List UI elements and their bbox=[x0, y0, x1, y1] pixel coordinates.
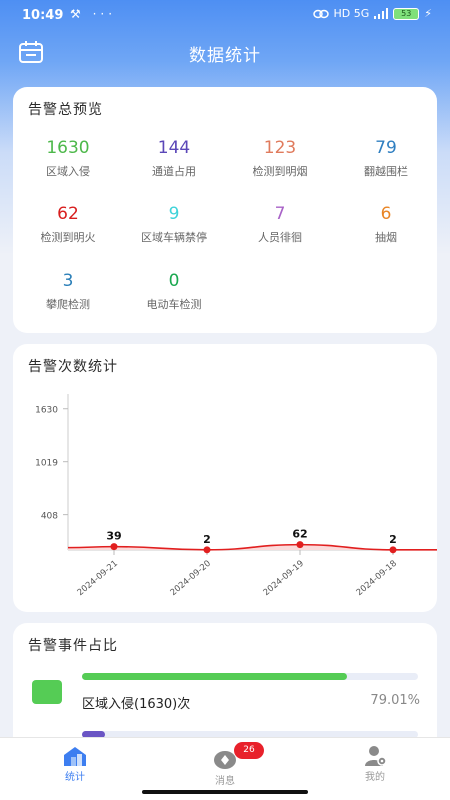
stat-item: 1630 区域入侵 bbox=[15, 137, 121, 179]
status-bar: 10:49 ⚒ ··· HD 5G 53 ⚡ bbox=[0, 0, 450, 32]
stat-label: 电动车检测 bbox=[146, 298, 202, 311]
home-indicator bbox=[142, 790, 308, 794]
stat-item: 62 检测到明火 bbox=[15, 203, 121, 245]
stat-item: 6 抽烟 bbox=[333, 203, 439, 245]
stat-item: 7 人员徘徊 bbox=[227, 203, 333, 245]
data-label: 39 bbox=[106, 530, 121, 543]
charging-icon: ⚡ bbox=[424, 7, 432, 20]
battery-icon: 53 bbox=[393, 7, 420, 20]
y-tick-label: 1019 bbox=[35, 459, 58, 469]
stat-label: 抽烟 bbox=[375, 231, 397, 244]
ratio-bar-track bbox=[82, 673, 418, 680]
stat-item: 123 检测到明烟 bbox=[227, 137, 333, 179]
count-chart-title: 告警次数统计 bbox=[28, 359, 118, 375]
stat-item: 144 通道占用 bbox=[121, 137, 227, 179]
header: 数据统计 bbox=[0, 32, 450, 72]
ratio-title: 告警事件占比 bbox=[28, 638, 118, 654]
stat-label: 区域入侵 bbox=[46, 165, 90, 178]
stat-label: 区域车辆禁停 bbox=[141, 231, 207, 244]
stat-label: 攀爬检测 bbox=[46, 298, 90, 311]
overview-title: 告警总预览 bbox=[28, 102, 103, 118]
stat-value: 144 bbox=[157, 138, 191, 158]
profile-settings-icon bbox=[365, 746, 387, 766]
x-tick-label: 2024-09-18 bbox=[355, 559, 399, 598]
x-tick-label: 2024-09-21 bbox=[76, 559, 120, 598]
status-notification-icons: ⚒ ··· bbox=[70, 7, 117, 21]
stat-value: 6 bbox=[380, 204, 392, 224]
network-type: HD 5G bbox=[333, 7, 370, 20]
nav-item-profile[interactable]: 我的 bbox=[300, 738, 450, 798]
stat-item: 79 翻越围栏 bbox=[333, 137, 439, 179]
nav-label-stats: 统计 bbox=[65, 772, 85, 783]
data-point bbox=[296, 541, 304, 549]
x-tick-label: 2024-09-19 bbox=[262, 559, 306, 598]
stat-item: 9 区域车辆禁停 bbox=[121, 203, 227, 245]
stat-value: 3 bbox=[62, 271, 74, 291]
data-label: 2 bbox=[389, 533, 397, 546]
alarm-count-card: 告警次数统计 1630 1019 408 39 2024-09-21 2 2024-09-2… bbox=[13, 344, 437, 612]
y-tick-label: 408 bbox=[41, 512, 58, 522]
stat-item: 0 电动车检测 bbox=[121, 270, 227, 312]
link-icon bbox=[312, 9, 329, 18]
status-time: 10:49 bbox=[22, 8, 64, 23]
stat-value: 0 bbox=[168, 271, 180, 291]
nav-item-messages[interactable]: 26 消息 bbox=[150, 738, 300, 798]
nav-label-profile: 我的 bbox=[365, 772, 385, 783]
stats-home-icon bbox=[64, 747, 86, 766]
stat-value: 9 bbox=[168, 204, 180, 224]
nav-label-messages: 消息 bbox=[215, 776, 235, 787]
ratio-item-percent: 79.01% bbox=[370, 693, 420, 708]
x-tick-label: 2024-09-20 bbox=[169, 559, 213, 598]
stat-label: 通道占用 bbox=[152, 165, 196, 178]
data-point bbox=[389, 546, 397, 554]
ratio-item-label: 区域入侵(1630)次 bbox=[82, 697, 191, 712]
stat-label: 检测到明火 bbox=[40, 231, 96, 244]
stat-label: 检测到明烟 bbox=[252, 165, 308, 178]
signal-icon bbox=[374, 8, 389, 19]
status-right-icons: HD 5G 53 ⚡ bbox=[312, 7, 432, 20]
ratio-color-swatch bbox=[32, 680, 62, 704]
data-label: 62 bbox=[292, 528, 307, 541]
message-badge: 26 bbox=[234, 742, 264, 759]
alarm-overview-card: 告警总预览 1630 区域入侵 144 通道占用 123 检测到明烟 79 翻越围栏 62 检测到… bbox=[13, 87, 437, 333]
data-point bbox=[203, 546, 211, 554]
stat-value: 1630 bbox=[46, 138, 90, 158]
stat-label: 翻越围栏 bbox=[364, 165, 408, 178]
stat-label: 人员徘徊 bbox=[258, 231, 302, 244]
stat-value: 123 bbox=[263, 138, 297, 158]
ratio-bar-fill bbox=[82, 673, 348, 680]
data-label: 2 bbox=[203, 533, 211, 546]
stat-item: 3 攀爬检测 bbox=[15, 270, 121, 312]
page-title: 数据统计 bbox=[189, 46, 261, 66]
alarm-count-chart: 1630 1019 408 39 2024-09-21 2 2024-09-20 62 2024… bbox=[35, 394, 437, 598]
stat-value: 79 bbox=[375, 138, 397, 158]
data-point bbox=[110, 543, 118, 551]
nav-item-stats[interactable]: 统计 bbox=[0, 738, 150, 798]
y-tick-label: 1630 bbox=[35, 406, 58, 416]
stat-value: 62 bbox=[57, 204, 79, 224]
stat-value: 7 bbox=[274, 204, 286, 224]
